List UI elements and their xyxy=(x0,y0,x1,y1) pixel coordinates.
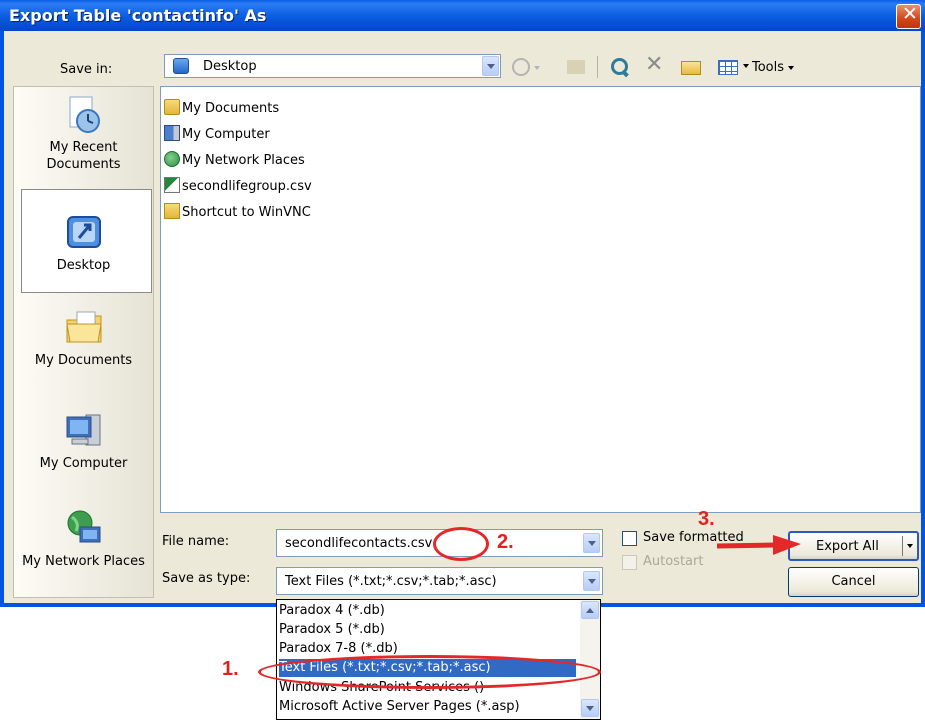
file-item[interactable]: secondlifegroup.csv xyxy=(164,177,312,194)
annotation-step-1: 1. xyxy=(222,658,239,680)
save-formatted-checkbox[interactable] xyxy=(622,531,637,546)
back-icon[interactable] xyxy=(512,58,530,76)
place-label: My Network Places xyxy=(22,554,145,569)
my-documents-icon xyxy=(64,308,104,348)
place-label: Desktop xyxy=(56,258,111,273)
chevron-down-icon[interactable] xyxy=(583,533,600,553)
scroll-up-icon[interactable] xyxy=(581,601,599,619)
annotation-ellipse-filename xyxy=(433,527,489,561)
scroll-down-icon[interactable] xyxy=(581,699,599,717)
file-item[interactable]: My Network Places xyxy=(164,151,305,168)
new-folder-icon[interactable] xyxy=(681,61,701,75)
file-name-label: File name: xyxy=(162,534,230,549)
my-documents-icon xyxy=(164,99,180,115)
place-label: My Recent Documents xyxy=(46,140,121,172)
dropdown-option[interactable]: Paradox 4 (*.db) xyxy=(279,602,385,620)
desktop-icon xyxy=(173,58,189,74)
search-web-icon[interactable] xyxy=(610,57,630,77)
file-item[interactable]: Shortcut to WinVNC xyxy=(164,203,311,220)
up-folder-icon[interactable] xyxy=(567,60,585,74)
file-name: My Documents xyxy=(182,101,280,116)
annotation-ellipse-textfiles xyxy=(258,655,601,689)
save-in-combo[interactable]: Desktop xyxy=(164,54,501,78)
file-item[interactable]: My Documents xyxy=(164,99,279,116)
delete-icon[interactable]: ✕ xyxy=(645,54,663,76)
network-places-icon xyxy=(164,151,180,167)
file-name-value: secondlifecontacts.csv xyxy=(285,536,433,551)
file-name: My Computer xyxy=(182,127,270,142)
dropdown-scrollbar[interactable] xyxy=(580,600,600,719)
recent-documents-icon xyxy=(64,95,104,135)
file-name: Shortcut to WinVNC xyxy=(182,205,311,220)
file-item[interactable]: My Computer xyxy=(164,125,270,142)
place-recent-documents[interactable]: My Recent Documents xyxy=(18,95,149,173)
autostart-label: Autostart xyxy=(643,554,704,569)
export-options-arrow-icon[interactable] xyxy=(907,544,913,548)
place-label: My Computer xyxy=(39,456,128,471)
dropdown-option[interactable]: Paradox 5 (*.db) xyxy=(279,621,385,639)
file-name: My Network Places xyxy=(182,153,305,168)
cancel-button[interactable]: Cancel xyxy=(788,567,919,597)
place-label: My Documents xyxy=(34,353,133,368)
chevron-down-icon[interactable] xyxy=(482,56,499,76)
tools-menu[interactable]: Tools xyxy=(752,60,794,75)
split-separator xyxy=(902,536,903,556)
file-name: secondlifegroup.csv xyxy=(182,179,312,194)
export-all-label: Export All xyxy=(816,539,879,554)
dropdown-option[interactable]: Microsoft Active Server Pages (*.asp) xyxy=(279,698,520,716)
close-button[interactable]: ✕ xyxy=(896,3,921,29)
place-my-computer[interactable]: My Computer xyxy=(18,411,149,472)
window-title: Export Table 'contactinfo' As xyxy=(9,6,267,25)
close-icon: ✕ xyxy=(902,3,918,25)
save-in-label: Save in: xyxy=(60,62,113,77)
views-icon[interactable] xyxy=(718,60,738,75)
my-computer-icon xyxy=(64,411,104,451)
toolbar-separator xyxy=(597,56,598,78)
place-network-places[interactable]: My Network Places xyxy=(18,509,149,570)
my-computer-icon xyxy=(164,125,180,141)
shortcut-folder-icon xyxy=(164,203,180,219)
save-as-type-combo[interactable]: Text Files (*.txt;*.csv;*.tab;*.asc) xyxy=(276,567,603,595)
desktop-icon xyxy=(64,213,104,253)
save-as-type-value: Text Files (*.txt;*.csv;*.tab;*.asc) xyxy=(285,574,497,589)
chevron-down-icon[interactable] xyxy=(583,571,600,591)
annotation-step-2: 2. xyxy=(497,531,514,553)
save-in-value: Desktop xyxy=(203,59,257,74)
export-all-button[interactable]: Export All xyxy=(788,531,919,561)
save-as-type-label: Save as type: xyxy=(162,571,251,586)
back-dropdown-icon[interactable] xyxy=(534,66,540,70)
place-my-documents[interactable]: My Documents xyxy=(18,308,149,369)
csv-file-icon xyxy=(164,177,180,193)
annotation-step-3: 3. xyxy=(698,508,715,530)
annotation-arrow-icon xyxy=(716,535,801,555)
network-places-icon xyxy=(64,509,104,549)
autostart-checkbox[interactable] xyxy=(622,555,637,570)
views-dropdown-icon[interactable] xyxy=(743,64,749,68)
place-desktop[interactable]: Desktop xyxy=(18,213,149,274)
